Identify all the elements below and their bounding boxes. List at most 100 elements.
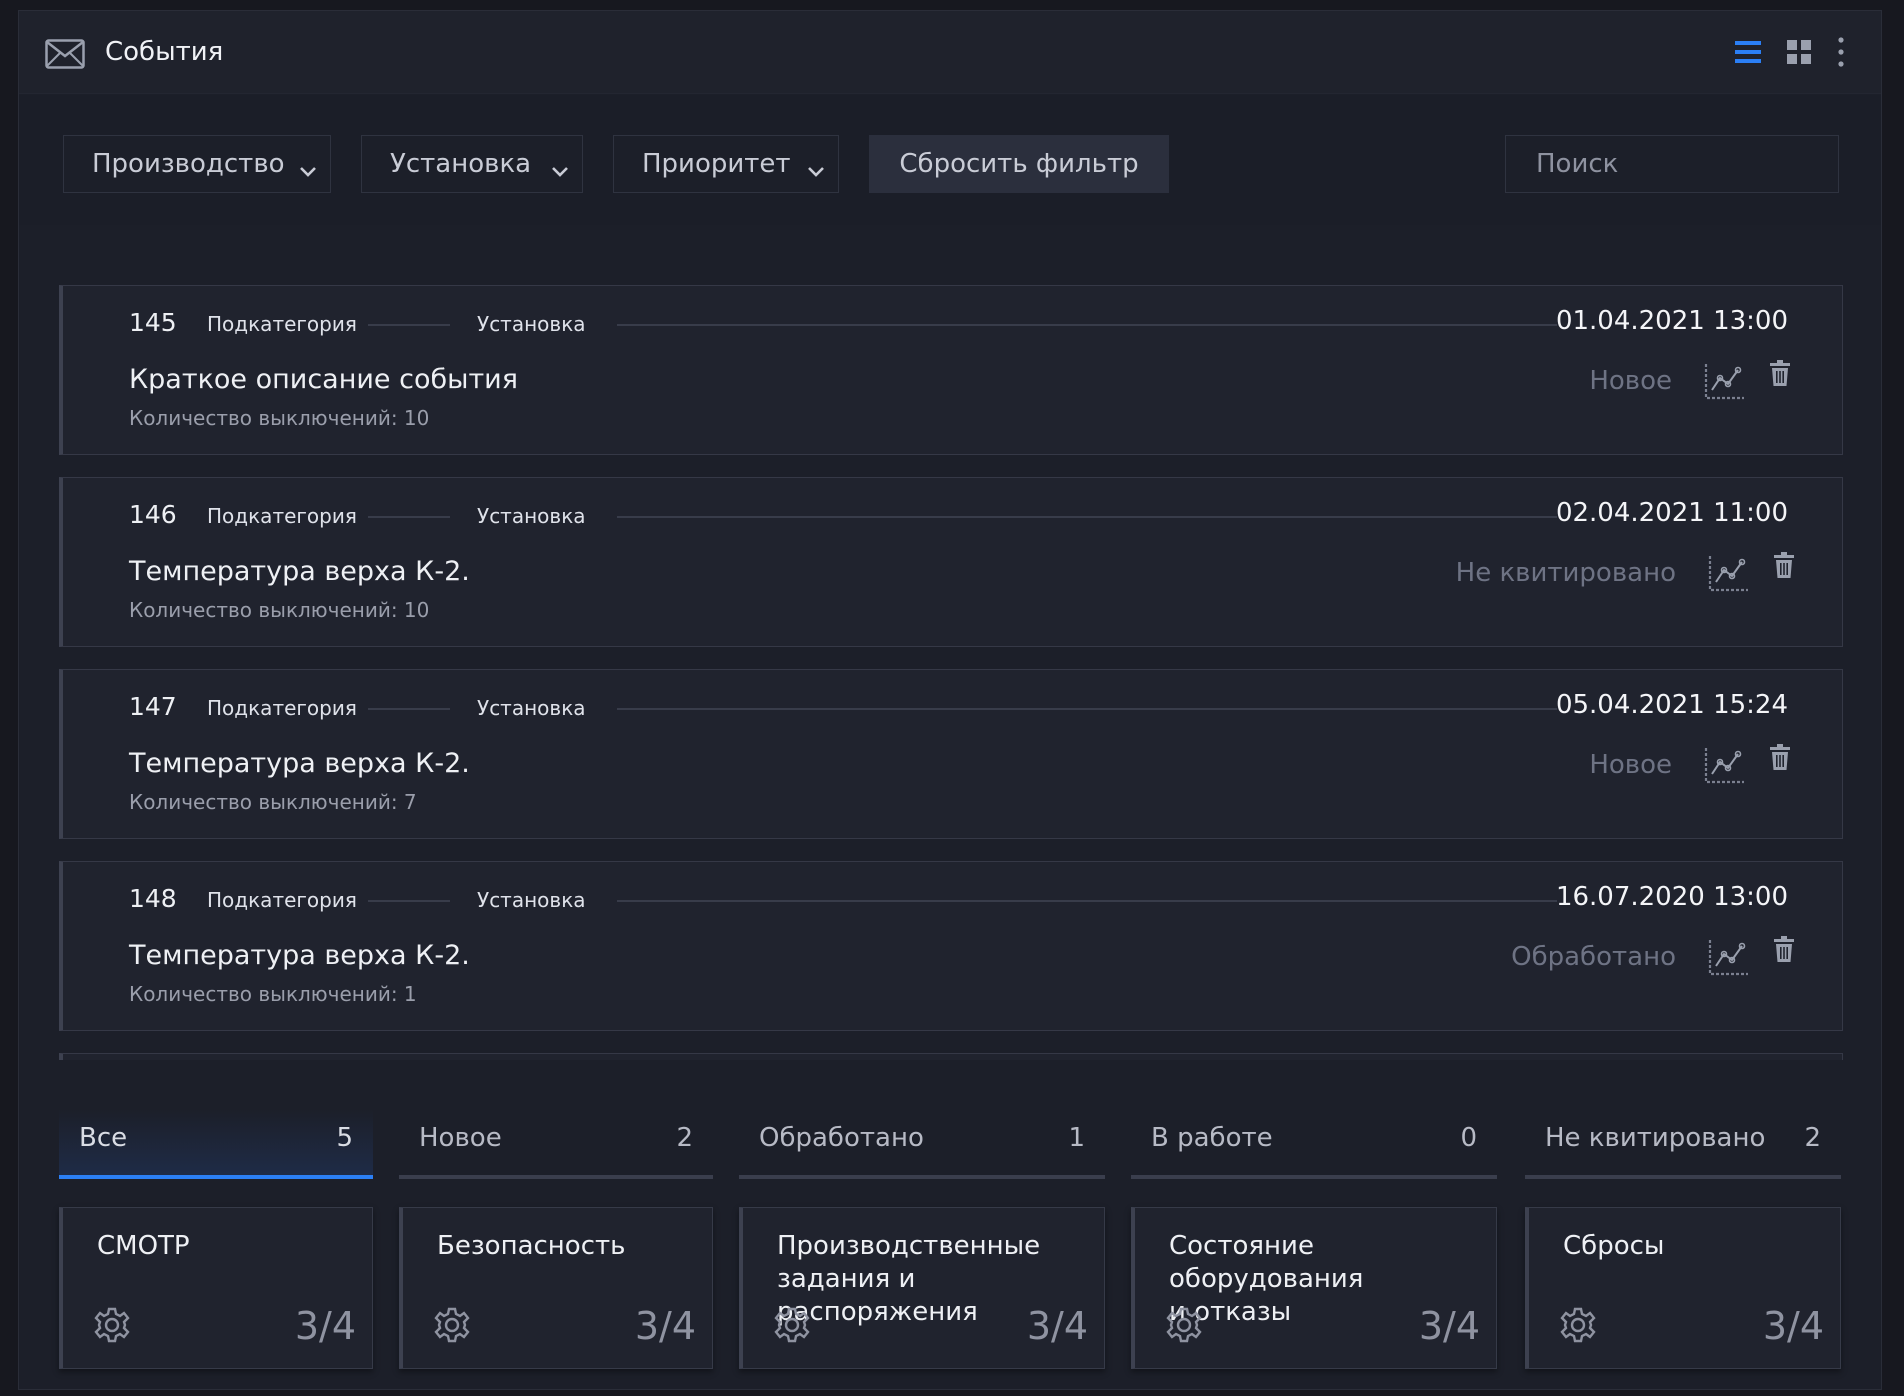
gear-icon[interactable] (433, 1306, 471, 1348)
category-value: 3/4 (1762, 1304, 1824, 1348)
trend-chart-icon[interactable] (1704, 746, 1744, 788)
tab-count: 2 (676, 1123, 693, 1153)
category-card-discharges[interactable]: Сбросы 3/4 (1525, 1207, 1841, 1369)
chevron-down-icon (298, 156, 318, 186)
tab-label: Обработано (759, 1123, 924, 1153)
trash-icon[interactable] (1770, 360, 1790, 390)
trash-icon[interactable] (1774, 552, 1794, 582)
trend-chart-icon[interactable] (1708, 938, 1748, 980)
event-id: 146 (129, 500, 177, 529)
event-subcategory: Подкатегория (207, 696, 357, 720)
production-select[interactable]: Производство (63, 135, 331, 193)
event-date: 05.04.2021 15:24 (1555, 690, 1788, 720)
event-card[interactable]: 145 Подкатегория Установка 01.04.2021 13… (59, 285, 1843, 455)
tab-count: 0 (1460, 1123, 1477, 1153)
tab-label: В работе (1151, 1123, 1273, 1153)
trend-chart-icon[interactable] (1708, 554, 1748, 596)
divider (617, 516, 1557, 518)
trend-chart-icon[interactable] (1704, 362, 1744, 404)
tab-processed[interactable]: Обработано 1 (739, 1109, 1105, 1179)
event-installation: Установка (477, 696, 586, 720)
panel-header: События (19, 11, 1881, 94)
trash-icon[interactable] (1774, 936, 1794, 966)
event-installation: Установка (477, 888, 586, 912)
category-value: 3/4 (1026, 1304, 1088, 1348)
installation-select[interactable]: Установка (361, 135, 583, 193)
event-card[interactable]: 148 Подкатегория Установка 16.07.2020 13… (59, 861, 1843, 1031)
tab-unacknowledged[interactable]: Не квитировано 2 (1525, 1109, 1841, 1179)
event-list: 145 Подкатегория Установка 01.04.2021 13… (59, 275, 1843, 1060)
gear-icon[interactable] (1559, 1306, 1597, 1348)
event-shutdown-count: Количество выключений: 7 (129, 790, 417, 814)
event-description: Температура верха К-2. (129, 556, 470, 587)
chevron-down-icon (806, 156, 826, 186)
gear-icon[interactable] (93, 1306, 131, 1348)
event-installation: Установка (477, 312, 586, 336)
reset-filter-button[interactable]: Сбросить фильтр (869, 135, 1169, 193)
category-name: СМОТР (97, 1231, 190, 1261)
chevron-down-icon (550, 156, 570, 186)
event-shutdown-count: Количество выключений: 10 (129, 406, 430, 430)
event-description: Краткое описание события (129, 364, 518, 395)
event-id: 145 (129, 308, 177, 337)
divider (368, 708, 450, 710)
gear-icon[interactable] (1165, 1306, 1203, 1348)
grid-view-icon[interactable] (1787, 40, 1811, 64)
tab-count: 2 (1804, 1123, 1821, 1153)
event-card[interactable]: 146 Подкатегория Установка 02.04.2021 11… (59, 477, 1843, 647)
events-panel: События Производство Установка Приоритет… (18, 10, 1882, 1390)
priority-select-label: Приоритет (642, 149, 791, 179)
status-tabs: Все 5 Новое 2 Обработано 1 В работе 0 Не… (59, 1109, 1843, 1179)
search-input[interactable] (1505, 135, 1839, 193)
event-status: Обработано (1511, 942, 1676, 972)
tab-new[interactable]: Новое 2 (399, 1109, 713, 1179)
event-status: Новое (1589, 366, 1672, 396)
tab-label: Новое (419, 1123, 502, 1153)
category-value: 3/4 (634, 1304, 696, 1348)
installation-select-label: Установка (390, 149, 532, 179)
trash-icon[interactable] (1770, 744, 1790, 774)
divider (368, 900, 450, 902)
event-subcategory: Подкатегория (207, 888, 357, 912)
category-card-equipment-state[interactable]: Состояние оборудования и отказы 3/4 (1131, 1207, 1497, 1369)
event-card[interactable] (59, 1053, 1843, 1060)
category-card-production-tasks[interactable]: Производственные задания и распоряжения … (739, 1207, 1105, 1369)
priority-select[interactable]: Приоритет (613, 135, 839, 193)
tab-label: Все (79, 1123, 128, 1153)
event-subcategory: Подкатегория (207, 312, 357, 336)
category-value: 3/4 (294, 1304, 356, 1348)
category-name: Сбросы (1563, 1231, 1665, 1261)
event-id: 147 (129, 692, 177, 721)
category-cards: СМОТР 3/4 Безопасность 3/4 Производствен… (59, 1207, 1843, 1375)
gear-icon[interactable] (773, 1306, 811, 1348)
divider (617, 900, 1557, 902)
mail-icon (45, 39, 85, 73)
event-status: Не квитировано (1455, 558, 1676, 588)
divider (368, 324, 450, 326)
category-value: 3/4 (1418, 1304, 1480, 1348)
event-id: 148 (129, 884, 177, 913)
tab-label: Не квитировано (1545, 1123, 1766, 1153)
divider (368, 516, 450, 518)
event-date: 02.04.2021 11:00 (1555, 498, 1788, 528)
category-card-smotr[interactable]: СМОТР 3/4 (59, 1207, 373, 1369)
tab-in-progress[interactable]: В работе 0 (1131, 1109, 1497, 1179)
event-description: Температура верха К-2. (129, 748, 470, 779)
tab-count: 1 (1068, 1123, 1085, 1153)
event-description: Температура верха К-2. (129, 940, 470, 971)
event-shutdown-count: Количество выключений: 1 (129, 982, 417, 1006)
event-card[interactable]: 147 Подкатегория Установка 05.04.2021 15… (59, 669, 1843, 839)
category-card-safety[interactable]: Безопасность 3/4 (399, 1207, 713, 1369)
event-date: 01.04.2021 13:00 (1555, 306, 1788, 336)
production-select-label: Производство (92, 149, 285, 179)
divider (617, 708, 1557, 710)
event-status: Новое (1589, 750, 1672, 780)
event-subcategory: Подкатегория (207, 504, 357, 528)
event-shutdown-count: Количество выключений: 10 (129, 598, 430, 622)
list-view-icon[interactable] (1735, 40, 1761, 64)
page-title: События (105, 37, 224, 67)
more-icon[interactable] (1837, 37, 1845, 67)
event-installation: Установка (477, 504, 586, 528)
tab-all[interactable]: Все 5 (59, 1109, 373, 1179)
filter-bar: Производство Установка Приоритет Сбросит… (19, 95, 1881, 225)
